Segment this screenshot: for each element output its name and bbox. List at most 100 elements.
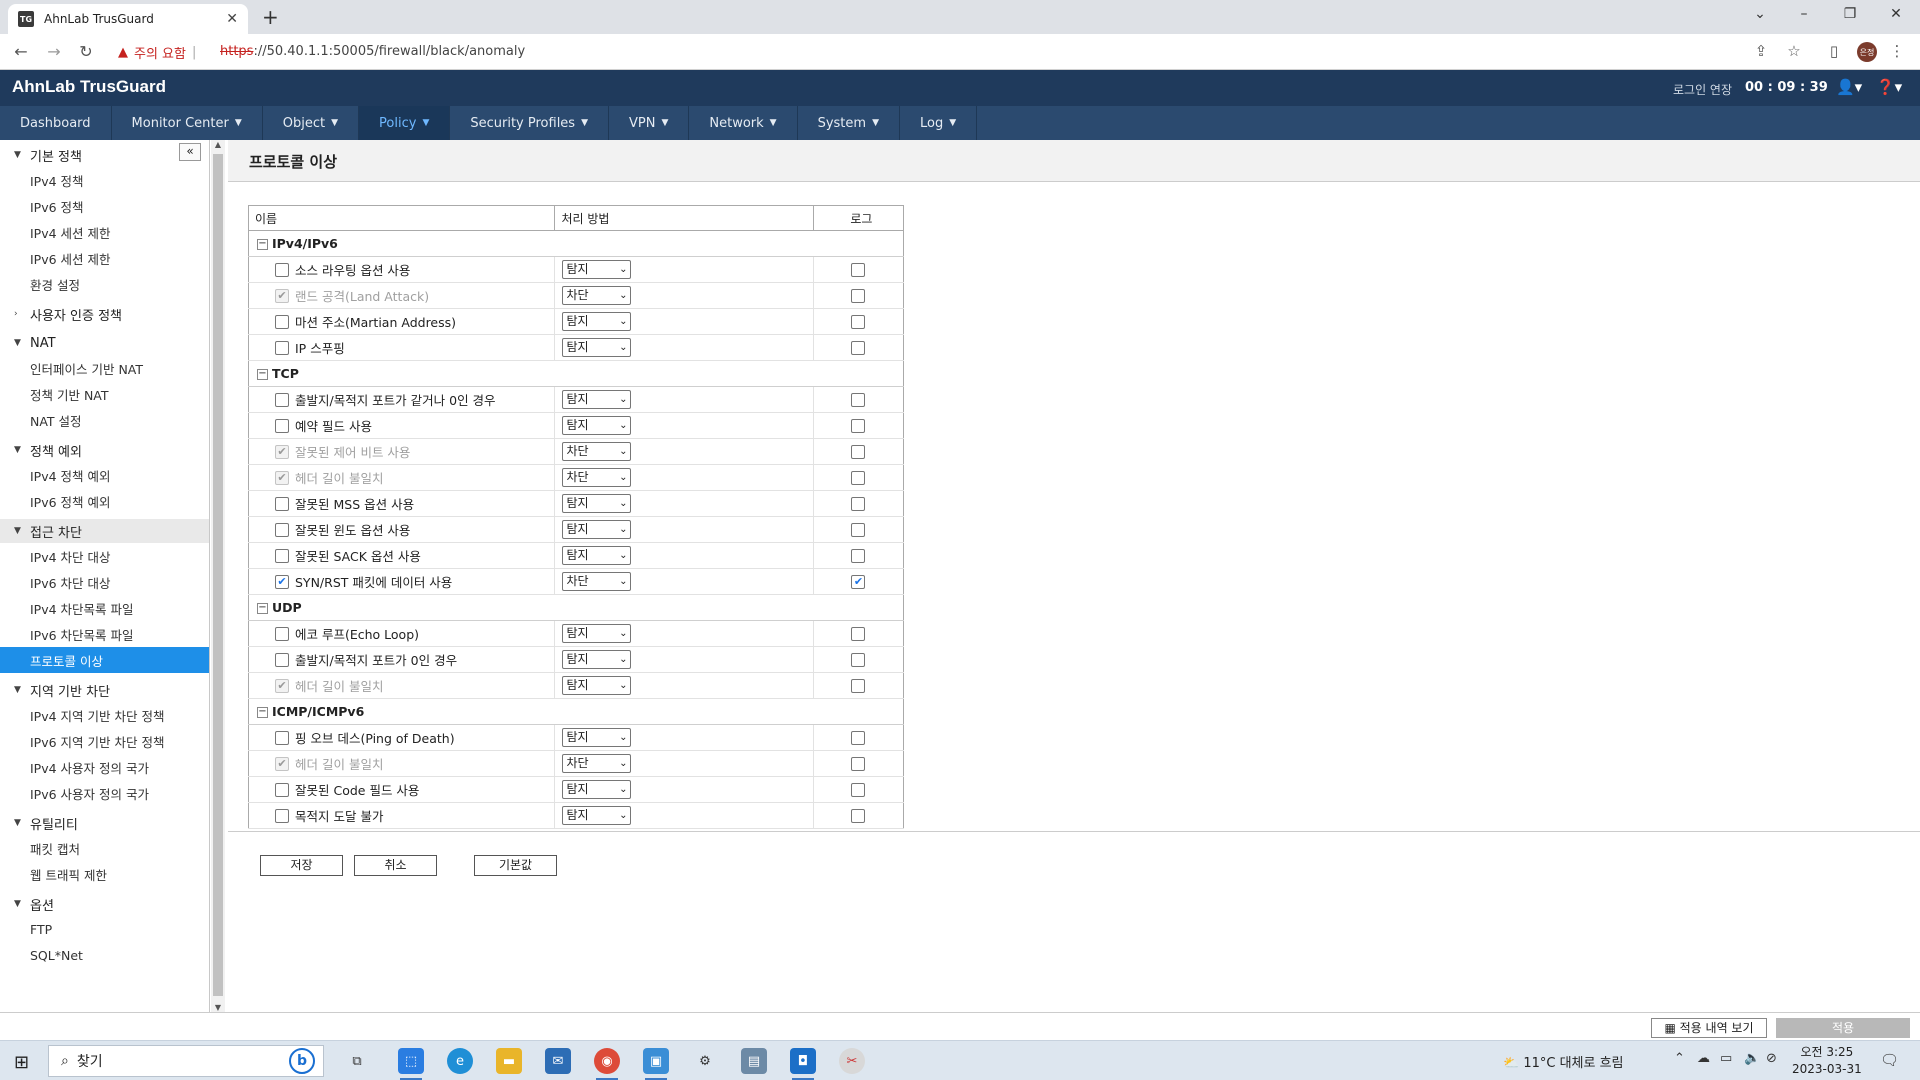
log-checkbox[interactable]	[851, 445, 866, 460]
sidebar-group[interactable]: ▼ 접근 차단	[0, 519, 209, 543]
collapse-section-icon[interactable]: −	[257, 369, 268, 380]
action-select[interactable]: 차단 ⌄	[562, 286, 632, 305]
taskbar-clock[interactable]: 오전 3:25 2023-03-31	[1792, 1044, 1862, 1078]
collapse-section-icon[interactable]: −	[257, 603, 268, 614]
action-select[interactable]: 차단 ⌄	[562, 754, 632, 773]
default-button[interactable]: 기본값	[474, 855, 557, 876]
no-sync-icon[interactable]: ⊘	[1766, 1051, 1777, 1066]
log-checkbox[interactable]	[851, 315, 866, 330]
enable-checkbox[interactable]	[275, 782, 289, 797]
action-select[interactable]: 탐지 ⌄	[562, 546, 632, 565]
log-checkbox[interactable]	[851, 549, 866, 564]
sidebar-item[interactable]: 정책 기반 NAT	[0, 381, 209, 407]
enable-checkbox[interactable]: ✔	[275, 574, 289, 589]
enable-checkbox[interactable]	[275, 808, 289, 823]
relogin-extend-link[interactable]: 로그인 연장	[1673, 81, 1732, 98]
log-checkbox[interactable]	[851, 757, 866, 772]
action-select[interactable]: 탐지 ⌄	[562, 494, 632, 513]
cancel-button[interactable]: 취소	[354, 855, 437, 876]
scroll-down-icon[interactable]: ▼	[211, 1003, 225, 1012]
tray-expand-icon[interactable]: ⌃	[1674, 1051, 1685, 1066]
side-panel-icon[interactable]: ▯	[1823, 42, 1845, 60]
action-select[interactable]: 탐지 ⌄	[562, 416, 632, 435]
log-checkbox[interactable]	[851, 523, 866, 538]
menu-object[interactable]: Object ▼	[263, 106, 360, 140]
menu-system[interactable]: System ▼	[798, 106, 900, 140]
weather-widget[interactable]: ⛅ 11°C 대체로 흐림	[1503, 1052, 1624, 1071]
sidebar-item[interactable]: IPv6 지역 기반 차단 정책	[0, 728, 209, 754]
action-select[interactable]: 탐지 ⌄	[562, 312, 632, 331]
log-checkbox[interactable]	[851, 471, 866, 486]
sidebar-item[interactable]: IPv4 사용자 정의 국가	[0, 754, 209, 780]
sidebar-group[interactable]: ▼ 옵션	[0, 892, 209, 916]
mail-icon[interactable]: ✉	[545, 1048, 571, 1074]
tab-search-icon[interactable]: ⌄	[1748, 6, 1772, 22]
menu-vpn[interactable]: VPN ▼	[609, 106, 690, 140]
profile-avatar[interactable]: 은정	[1857, 42, 1877, 62]
url-field[interactable]: https://50.40.1.1:50005/firewall/black/a…	[220, 44, 525, 59]
taskbar-search[interactable]: ⌕ 찾기 b	[48, 1045, 324, 1077]
log-checkbox[interactable]	[851, 809, 866, 824]
menu-dashboard[interactable]: Dashboard	[0, 106, 112, 140]
enable-checkbox[interactable]	[275, 496, 289, 511]
sidebar-item[interactable]: 웹 트래픽 제한	[0, 861, 209, 887]
browser-tab[interactable]: TG AhnLab TrusGuard ✕	[8, 4, 248, 34]
action-select[interactable]: 탐지 ⌄	[562, 260, 632, 279]
store-app-icon[interactable]: ⬚	[398, 1048, 424, 1080]
enable-checkbox[interactable]	[275, 418, 289, 433]
enable-checkbox[interactable]	[275, 392, 289, 407]
task-view-icon[interactable]: ⧉	[344, 1048, 370, 1074]
action-select[interactable]: 탐지 ⌄	[562, 624, 632, 643]
forward-icon[interactable]: →	[43, 42, 65, 61]
remote-desktop-icon[interactable]: ▣	[643, 1048, 669, 1080]
log-checkbox[interactable]	[851, 497, 866, 512]
enable-checkbox[interactable]	[275, 314, 289, 329]
back-icon[interactable]: ←	[10, 42, 32, 61]
app-icon[interactable]: ◘	[790, 1048, 816, 1080]
security-warning[interactable]: ▲ 주의 요함 |	[118, 43, 196, 62]
sidebar-item[interactable]: IPv6 정책	[0, 193, 209, 219]
action-select[interactable]: 탐지 ⌄	[562, 520, 632, 539]
action-select[interactable]: 탐지 ⌄	[562, 728, 632, 747]
new-tab-icon[interactable]: +	[262, 5, 279, 29]
sidebar-item[interactable]: 인터페이스 기반 NAT	[0, 355, 209, 381]
help-icon[interactable]: ❓▾	[1876, 78, 1902, 96]
sidebar-group[interactable]: ▼ 지역 기반 차단	[0, 678, 209, 702]
file-explorer-icon[interactable]: ▬	[496, 1048, 522, 1074]
sidebar-group[interactable]: ▼ 정책 예외	[0, 438, 209, 462]
network-icon[interactable]: ▭	[1720, 1051, 1732, 1066]
sidebar-group[interactable]: ▼ NAT	[0, 331, 209, 355]
menu-log[interactable]: Log ▼	[900, 106, 978, 140]
enable-checkbox[interactable]	[275, 652, 289, 667]
bookmark-star-icon[interactable]: ☆	[1783, 42, 1805, 60]
log-checkbox[interactable]	[851, 783, 866, 798]
sidebar-item[interactable]: IPv4 지역 기반 차단 정책	[0, 702, 209, 728]
close-window-icon[interactable]: ✕	[1884, 6, 1908, 22]
enable-checkbox[interactable]	[275, 340, 289, 355]
sidebar-collapse-button[interactable]: «	[179, 143, 201, 161]
share-icon[interactable]: ⇪	[1750, 42, 1772, 60]
edge-icon[interactable]: e	[447, 1048, 473, 1074]
enable-checkbox[interactable]	[275, 626, 289, 641]
menu-network[interactable]: Network ▼	[689, 106, 798, 140]
sidebar-item[interactable]: IPv4 차단 대상	[0, 543, 209, 569]
sidebar-item[interactable]: IPv6 정책 예외	[0, 488, 209, 514]
log-checkbox[interactable]	[851, 653, 866, 668]
minimize-icon[interactable]: –	[1792, 6, 1816, 22]
sidebar-item[interactable]: NAT 설정	[0, 407, 209, 433]
sidebar-scrollbar[interactable]: ▲ ▼	[211, 140, 225, 1012]
enable-checkbox[interactable]	[275, 548, 289, 563]
menu-monitor-center[interactable]: Monitor Center ▼	[112, 106, 263, 140]
scroll-up-icon[interactable]: ▲	[211, 140, 225, 149]
log-checkbox[interactable]	[851, 263, 866, 278]
action-select[interactable]: 탐지 ⌄	[562, 780, 632, 799]
apply-history-button[interactable]: ▦ 적용 내역 보기	[1651, 1018, 1767, 1038]
volume-icon[interactable]: 🔈	[1744, 1051, 1760, 1066]
log-checkbox[interactable]	[851, 627, 866, 642]
settings-icon[interactable]: ⚙	[692, 1048, 718, 1074]
sidebar-group[interactable]: ▼ 유틸리티	[0, 811, 209, 835]
enable-checkbox[interactable]	[275, 730, 289, 745]
onedrive-icon[interactable]: ☁	[1697, 1051, 1710, 1066]
action-select[interactable]: 탐지 ⌄	[562, 676, 632, 695]
sidebar-item[interactable]: IPv4 세션 제한	[0, 219, 209, 245]
